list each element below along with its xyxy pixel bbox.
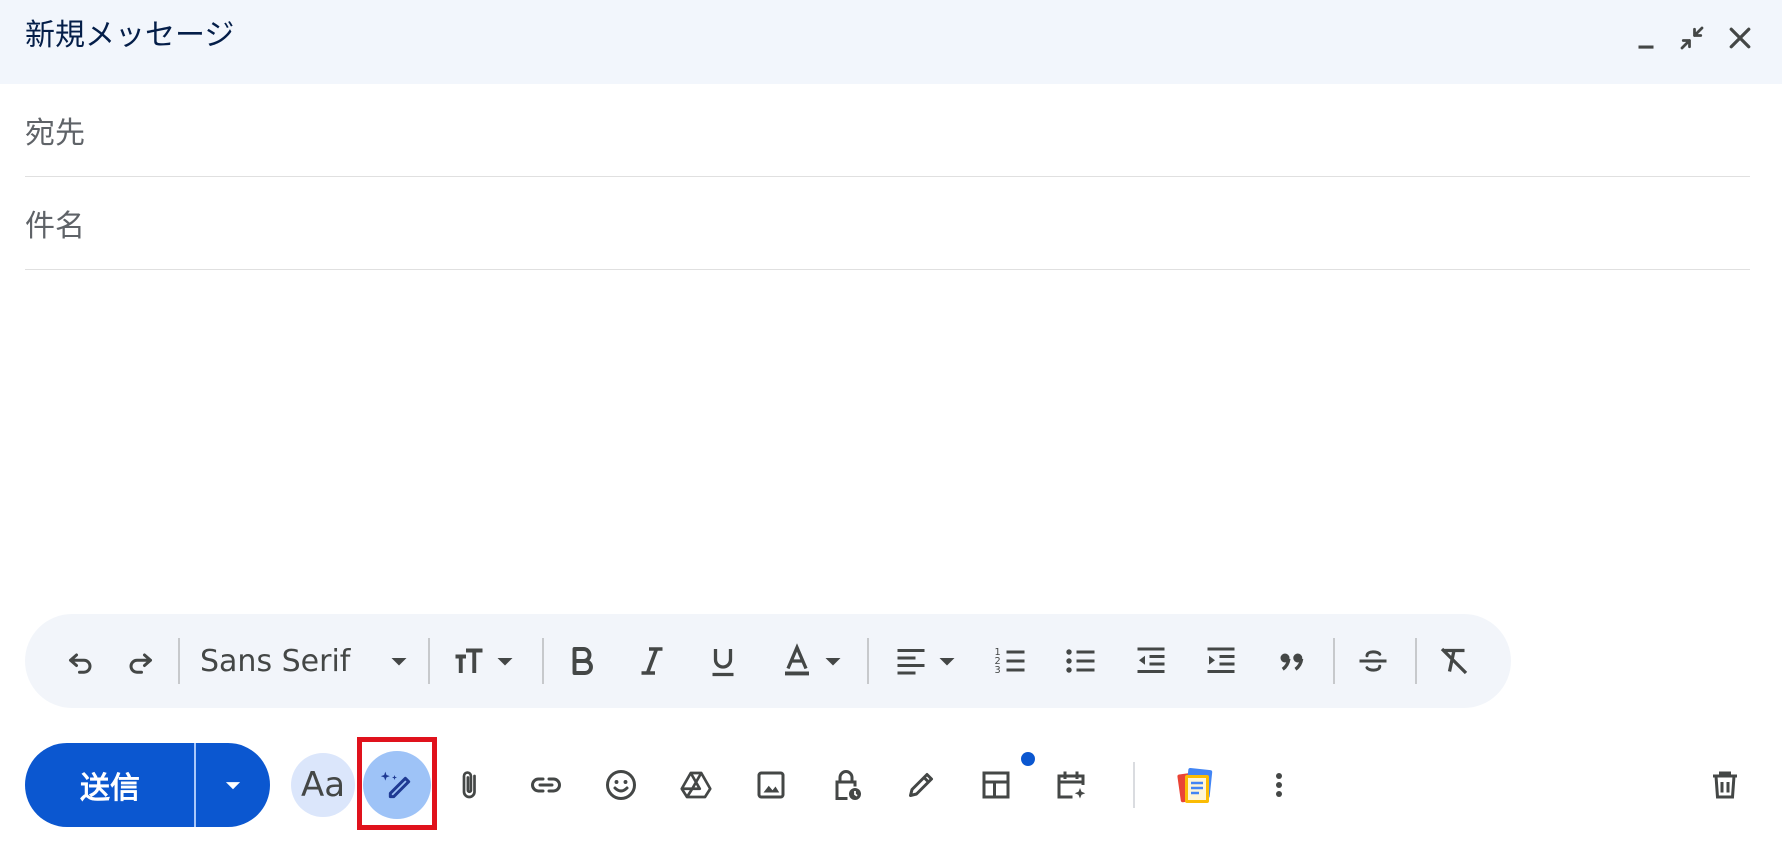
italic-button[interactable] [628, 637, 676, 685]
subject-row: 件名 [25, 177, 1750, 270]
templates-button[interactable] [966, 755, 1026, 815]
message-body[interactable] [25, 272, 1750, 602]
toolbar-divider [867, 638, 869, 684]
toolbar-divider [428, 638, 430, 684]
remove-formatting-button[interactable] [1430, 637, 1478, 685]
underline-button[interactable] [699, 637, 747, 685]
undo-button[interactable] [57, 637, 105, 685]
magic-pen-icon [380, 771, 411, 799]
numbered-list-icon: 123 [995, 647, 1025, 676]
close-button[interactable] [1720, 18, 1760, 58]
decrease-indent-button[interactable] [1127, 637, 1175, 685]
send-button[interactable]: 送信 [25, 743, 195, 827]
font-family-dropdown[interactable] [375, 637, 423, 685]
insert-signature-button[interactable] [891, 755, 951, 815]
insert-link-button[interactable] [516, 755, 576, 815]
send-label: 送信 [80, 771, 140, 806]
image-icon [757, 771, 785, 799]
minimize-button[interactable] [1626, 18, 1666, 58]
pen-icon [909, 773, 933, 797]
text-size-icon [455, 648, 483, 673]
compose-header: 新規メッセージ [0, 0, 1782, 84]
text-color-button[interactable] [773, 637, 821, 685]
quote-button[interactable] [1267, 637, 1315, 685]
caret-down-icon [825, 658, 841, 666]
caret-down-icon [391, 658, 407, 666]
more-options-button[interactable] [1249, 755, 1309, 815]
emoji-icon [606, 770, 636, 800]
close-icon [1729, 27, 1751, 49]
clear-formatting-icon [1440, 647, 1468, 675]
formatting-options-button[interactable]: Aa [291, 753, 355, 817]
italic-icon [641, 647, 663, 675]
discard-draft-button[interactable] [1695, 755, 1755, 815]
collapse-icon [1680, 26, 1704, 50]
recipients-input[interactable] [105, 104, 1750, 154]
set-up-time-button[interactable] [1041, 755, 1101, 815]
formatting-toolbar: Sans Serif 123 [25, 614, 1511, 708]
font-family-select[interactable]: Sans Serif [200, 637, 350, 685]
undo-icon [69, 653, 92, 674]
exit-fullscreen-button[interactable] [1672, 18, 1712, 58]
link-icon [531, 777, 561, 793]
layout-icon [982, 771, 1010, 799]
quote-icon [1280, 653, 1304, 671]
keep-notes-button[interactable] [1162, 750, 1232, 820]
send-options-button[interactable] [196, 743, 270, 827]
bold-icon [572, 647, 593, 675]
confidential-mode-button[interactable] [816, 755, 876, 815]
font-size-button[interactable] [445, 637, 493, 685]
caret-down-icon [497, 658, 513, 666]
toolbar-divider [178, 638, 180, 684]
redo-button[interactable] [116, 637, 164, 685]
insert-drive-file-button[interactable] [666, 755, 726, 815]
redo-icon [129, 653, 152, 674]
lock-clock-icon [835, 770, 861, 800]
svg-text:3: 3 [995, 665, 1001, 676]
indent-decrease-icon [1137, 647, 1165, 673]
underline-icon [712, 649, 734, 677]
strikethrough-button[interactable] [1349, 637, 1397, 685]
paperclip-icon [462, 771, 476, 799]
insert-emoji-button[interactable] [591, 755, 651, 815]
to-label: 宛先 [25, 116, 85, 151]
actions-divider [1133, 762, 1135, 808]
help-me-write-button[interactable] [363, 751, 431, 819]
minimize-icon [1638, 45, 1654, 49]
align-dropdown[interactable] [929, 637, 965, 685]
toolbar-divider [542, 638, 544, 684]
insert-photo-button[interactable] [741, 755, 801, 815]
align-left-icon [897, 649, 925, 675]
numbered-list-button[interactable]: 123 [987, 637, 1035, 685]
bold-button[interactable] [558, 637, 606, 685]
bulleted-list-icon [1066, 649, 1095, 673]
toolbar-divider [1415, 638, 1417, 684]
font-size-dropdown[interactable] [487, 637, 523, 685]
trash-icon [1713, 771, 1737, 799]
subject-label: 件名 [25, 209, 85, 244]
caret-down-icon [939, 658, 955, 666]
text-color-icon [785, 643, 809, 676]
font-family-label: Sans Serif [200, 643, 351, 679]
subject-input[interactable] [105, 197, 1750, 247]
attach-file-button[interactable] [440, 755, 500, 815]
drive-icon [680, 771, 712, 799]
notes-icon [1177, 768, 1213, 803]
align-button[interactable] [887, 637, 935, 685]
toolbar-divider [1333, 638, 1335, 684]
compose-title: 新規メッセージ [25, 18, 235, 53]
indent-increase-icon [1207, 647, 1235, 673]
notification-dot [1021, 752, 1035, 766]
strikethrough-icon [1359, 650, 1387, 672]
more-vert-icon [1276, 773, 1282, 797]
calendar-sparkle-icon [1057, 771, 1086, 799]
formatting-options-label: Aa [300, 765, 346, 805]
bulleted-list-button[interactable] [1057, 637, 1105, 685]
recipients-row: 宛先 [25, 84, 1750, 177]
text-color-dropdown[interactable] [815, 637, 851, 685]
increase-indent-button[interactable] [1197, 637, 1245, 685]
caret-down-icon [225, 782, 241, 790]
